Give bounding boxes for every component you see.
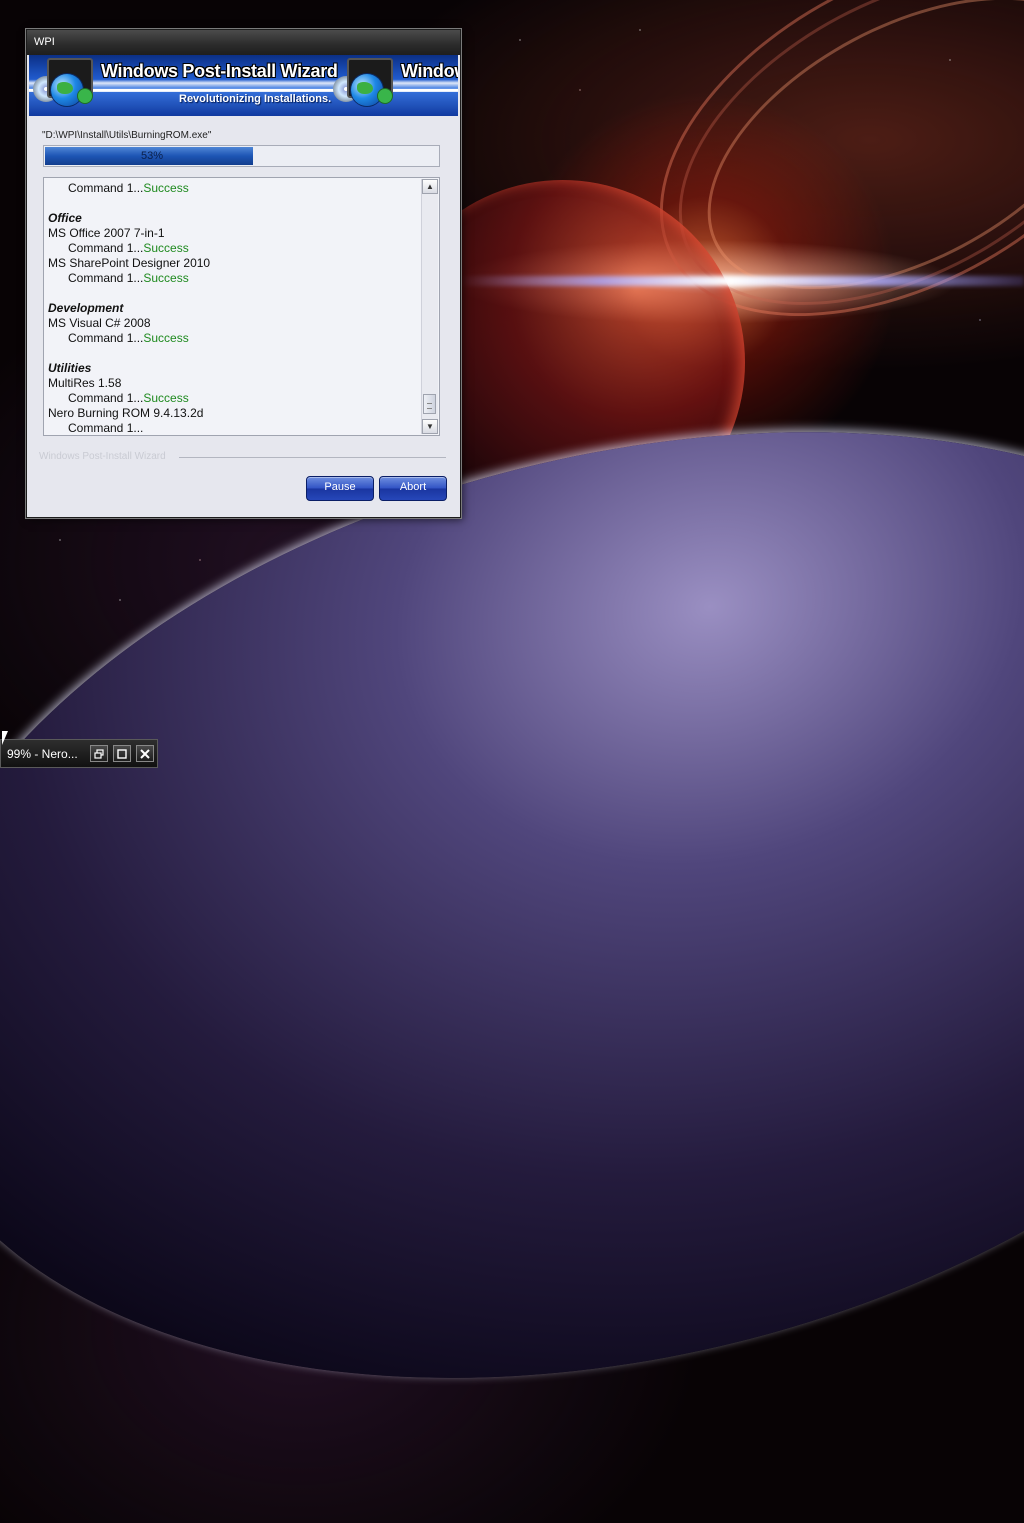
mouse-cursor-icon (2, 731, 8, 745)
log-text: Office (48, 211, 82, 225)
log-item: MS Office 2007 7-in-1 (48, 226, 419, 241)
log-text: Command 1... (68, 391, 144, 405)
log-status: Success (143, 271, 189, 285)
banner-subtitle: Revolutionizing Installations. (179, 93, 332, 105)
footer-divider (179, 457, 446, 458)
log-text: Utilities (48, 361, 92, 375)
log-text: Command 1... (68, 271, 144, 285)
log-text: MS SharePoint Designer 2010 (48, 256, 211, 270)
wpi-logo-icon (31, 58, 97, 114)
abort-button[interactable]: Abort (379, 476, 447, 501)
log-category: Utilities (48, 361, 419, 376)
install-progress-bar: 53% (43, 145, 440, 167)
restore-button[interactable] (90, 745, 108, 762)
log-item: MS SharePoint Designer 2010 (48, 256, 419, 271)
install-log-content: Command 1...Success Office MS Office 2007 … (48, 181, 419, 435)
log-status: Success (143, 181, 189, 195)
wpi-window[interactable]: WPI Windows Post-Install Wizard Window R… (26, 29, 461, 518)
log-text: Command 1... (68, 331, 144, 345)
pause-button[interactable]: Pause (306, 476, 374, 501)
log-command: Command 1...Success (48, 271, 419, 286)
log-spacer (48, 196, 419, 211)
scroll-down-button[interactable]: ▼ (422, 419, 438, 434)
window-title: WPI (34, 36, 55, 48)
log-status: Success (143, 391, 189, 405)
close-icon (140, 749, 150, 759)
footer-group-label: Windows Post-Install Wizard (39, 451, 166, 462)
minimized-nero-window[interactable]: 99% - Nero... (0, 739, 158, 768)
log-text: Development (48, 301, 124, 315)
restore-icon (94, 749, 104, 759)
wpi-logo-icon (331, 58, 397, 114)
log-item: MultiRes 1.58 (48, 376, 419, 391)
arrow-icon (77, 88, 93, 104)
log-command: Command 1... (48, 421, 419, 435)
scrollbar-thumb[interactable] (423, 394, 436, 414)
current-install-path: "D:\WPI\Install\Utils\BurningROM.exe" (42, 130, 212, 141)
banner-title-repeat: Window (401, 61, 458, 81)
log-text: MS Office 2007 7-in-1 (48, 226, 165, 240)
window-titlebar[interactable]: WPI (27, 30, 460, 55)
log-status: Success (143, 331, 189, 345)
log-text: MS Visual C# 2008 (48, 316, 151, 330)
log-command: Command 1...Success (48, 181, 419, 196)
log-command: Command 1...Success (48, 331, 419, 346)
log-command: Command 1...Success (48, 391, 419, 406)
wpi-banner: Windows Post-Install Wizard Window Revol… (29, 55, 458, 116)
progress-label: 53% (140, 150, 164, 162)
log-command: Command 1...Success (48, 241, 419, 256)
log-category: Office (48, 211, 419, 226)
maximize-button[interactable] (113, 745, 131, 762)
log-item: Nero Burning ROM 9.4.13.2d (48, 406, 419, 421)
log-text: Nero Burning ROM 9.4.13.2d (48, 406, 204, 420)
banner-title: Windows Post-Install Wizard (101, 61, 338, 81)
log-item: MS Visual C# 2008 (48, 316, 419, 331)
log-category: Development (48, 301, 419, 316)
log-spacer (48, 346, 419, 361)
lens-flare (460, 276, 1024, 286)
scroll-up-button[interactable]: ▲ (422, 179, 438, 194)
log-text: MultiRes 1.58 (48, 376, 122, 390)
log-scrollbar[interactable]: ▲ ▼ (421, 179, 438, 434)
log-status: Success (143, 241, 189, 255)
log-text: Command 1... (68, 241, 144, 255)
grip-icon (427, 403, 432, 409)
log-spacer (48, 286, 419, 301)
arrow-icon (377, 88, 393, 104)
log-text: Command 1... (68, 421, 144, 435)
maximize-icon (117, 749, 127, 759)
install-log[interactable]: Command 1...Success Office MS Office 2007 … (43, 177, 440, 436)
minimized-window-label: 99% - Nero... (7, 747, 78, 761)
close-button[interactable] (136, 745, 154, 762)
log-text: Command 1... (68, 181, 144, 195)
